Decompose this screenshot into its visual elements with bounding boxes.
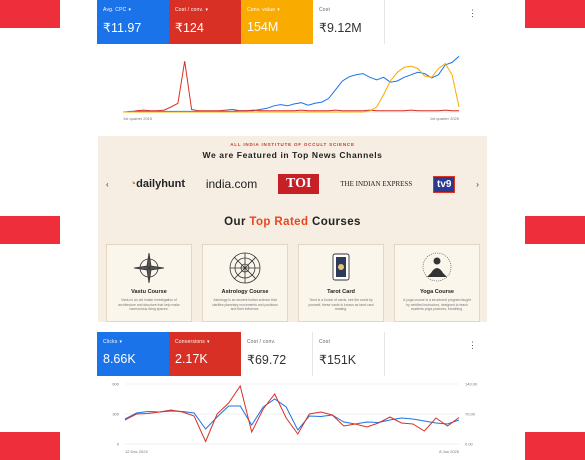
decor-bar-left-3 [0,432,60,460]
more-vert-icon[interactable]: ⋮ [468,8,477,19]
metric-tile[interactable]: Clicks ▾ 8.66K [97,332,169,376]
metric-value: ₹9.12M [319,21,362,35]
dropdown-caret-icon[interactable]: ▾ [205,7,208,13]
metric-label-text: Cost [319,7,331,13]
bottom-metric-tiles: Clicks ▾ 8.66K Conversions ▾ 2.17K Cost / conv… [97,332,385,376]
metric-value: ₹124 [175,21,204,35]
course-desc: Vastu is an old Indian investigation of … [118,298,180,312]
carousel-prev-icon[interactable]: ‹ [106,180,109,189]
course-title: Vastu Course [131,289,167,295]
bottom-line-chart: 600 140.00 300 70.00 0 0.00 12 Dec 2024 8 Jan 2… [112,382,478,455]
dropdown-caret-icon[interactable]: ▾ [207,339,210,345]
more-vert-icon[interactable]: ⋮ [468,340,477,351]
metric-label-text: Conversions [175,339,205,345]
course-title: Yoga Course [419,289,455,295]
x-tick-start: 12 Dec 2024 [125,449,148,454]
metric-value: 154M [247,20,279,34]
metric-value: ₹69.72 [247,353,287,367]
decor-bar-left-2 [0,216,60,244]
x-tick-end: 8 Jan 2025 [439,449,460,454]
bottom-performance-panel: Clicks ▾ 8.66K Conversions ▾ 2.17K Cost / conv… [97,332,487,460]
metric-label: Clicks ▾ [103,339,163,345]
tarot-card-icon [299,251,383,285]
metric-tile[interactable]: Cost ₹9.12M [313,0,385,44]
metric-label-text: Avg. CPC [103,7,127,13]
decor-bar-right-1 [525,0,585,28]
news-logos-carousel: ‹ ◔dailyhunt india.com TOI THE INDIAN EX… [106,173,479,195]
course-card-astrology[interactable]: Astrology Course Astrology is an ancient… [202,244,288,322]
course-title: Astrology Course [221,289,269,295]
logo-indian-express: THE INDIAN EXPRESS [340,180,413,188]
metric-label-text: Cost [319,339,331,345]
decor-bar-right-2 [525,216,585,244]
metric-label-text: Cost / conv. [247,339,276,345]
metric-tile[interactable]: Cost ₹151K [313,332,385,376]
course-card-vastu[interactable]: Vastu Course Vastu is an old Indian inve… [106,244,192,322]
featured-heading: We are Featured in Top News Channels [202,150,383,160]
course-card-tarot[interactable]: Tarot Card Tarot is a bunch of cards, se… [298,244,384,322]
metric-label: Conversions ▾ [175,339,235,345]
y-left-tick: 600 [112,382,119,387]
metric-value: ₹11.97 [103,21,142,35]
metric-label-text: Cost / conv. [175,7,204,13]
compass-icon [107,251,191,285]
course-desc: Astrology is an ancient Indian science t… [212,298,278,312]
top-performance-panel: Avg. CPC ▾ ₹11.97 Cost / conv. ▾ ₹124 Conv. va… [97,0,487,128]
top-metric-tiles: Avg. CPC ▾ ₹11.97 Cost / conv. ▾ ₹124 Conv. va… [97,0,385,44]
metric-label: Conv. value ▾ [247,7,307,13]
decor-bar-right-3 [525,432,585,460]
carousel-next-icon[interactable]: › [476,180,479,189]
logo-india-com: india.com [205,177,258,191]
x-tick-end: 1st quarter 2025 [430,116,460,121]
metric-tile[interactable]: Cost / conv. ₹69.72 [241,332,313,376]
metric-label: Avg. CPC ▾ [103,7,163,13]
metric-tile[interactable]: Cost / conv. ▾ ₹124 [169,0,241,44]
metric-label: Cost / conv. ▾ [175,7,235,13]
zodiac-wheel-icon [203,251,287,285]
dropdown-caret-icon[interactable]: ▾ [277,7,280,13]
logo-dailyhunt: ◔dailyhunt [129,178,186,190]
meditation-icon [395,251,479,285]
metric-value: 2.17K [175,352,208,366]
metric-label: Cost / conv. [247,339,306,345]
top-line-chart: 1st quarter 2015 1st quarter 2025 [122,55,460,121]
institute-name: ALL INDIA INSTITUTE OF OCCULT SCIENCE [230,142,355,147]
promo-banner: ALL INDIA INSTITUTE OF OCCULT SCIENCE We… [98,136,487,322]
course-card-yoga[interactable]: Yoga Course A yoga course is a structure… [394,244,480,322]
dropdown-caret-icon[interactable]: ▾ [128,7,131,13]
logo-tv9: tv9 [433,175,456,193]
metric-label: Cost [319,339,378,345]
metric-value: 8.66K [103,352,136,366]
dropdown-caret-icon[interactable]: ▾ [120,339,123,345]
decor-bar-left-1 [0,0,60,28]
series-line-0 [122,55,460,113]
y-right-tick: 140.00 [465,382,478,387]
metric-tile[interactable]: Conversions ▾ 2.17K [169,332,241,376]
metric-value: ₹151K [319,353,357,367]
course-desc: A yoga course is a structured program ta… [403,298,471,312]
metric-tile[interactable]: Conv. value ▾ 154M [241,0,313,44]
x-tick-start: 1st quarter 2015 [123,116,153,121]
y-right-tick: 70.00 [465,412,476,417]
metric-tile[interactable]: Avg. CPC ▾ ₹11.97 [97,0,169,44]
y-left-tick: 300 [112,412,119,417]
course-title: Tarot Card [327,289,355,295]
metric-label: Cost [319,7,378,13]
metric-label-text: Conv. value [247,7,276,13]
course-desc: Tarot is a bunch of cards, see the world… [308,298,374,312]
logo-toi: TOI [278,174,320,194]
courses-heading: Our Top Rated Courses [224,216,361,228]
metric-label-text: Clicks [103,339,118,345]
y-right-tick: 0.00 [465,442,474,447]
y-left-tick: 0 [117,442,120,447]
